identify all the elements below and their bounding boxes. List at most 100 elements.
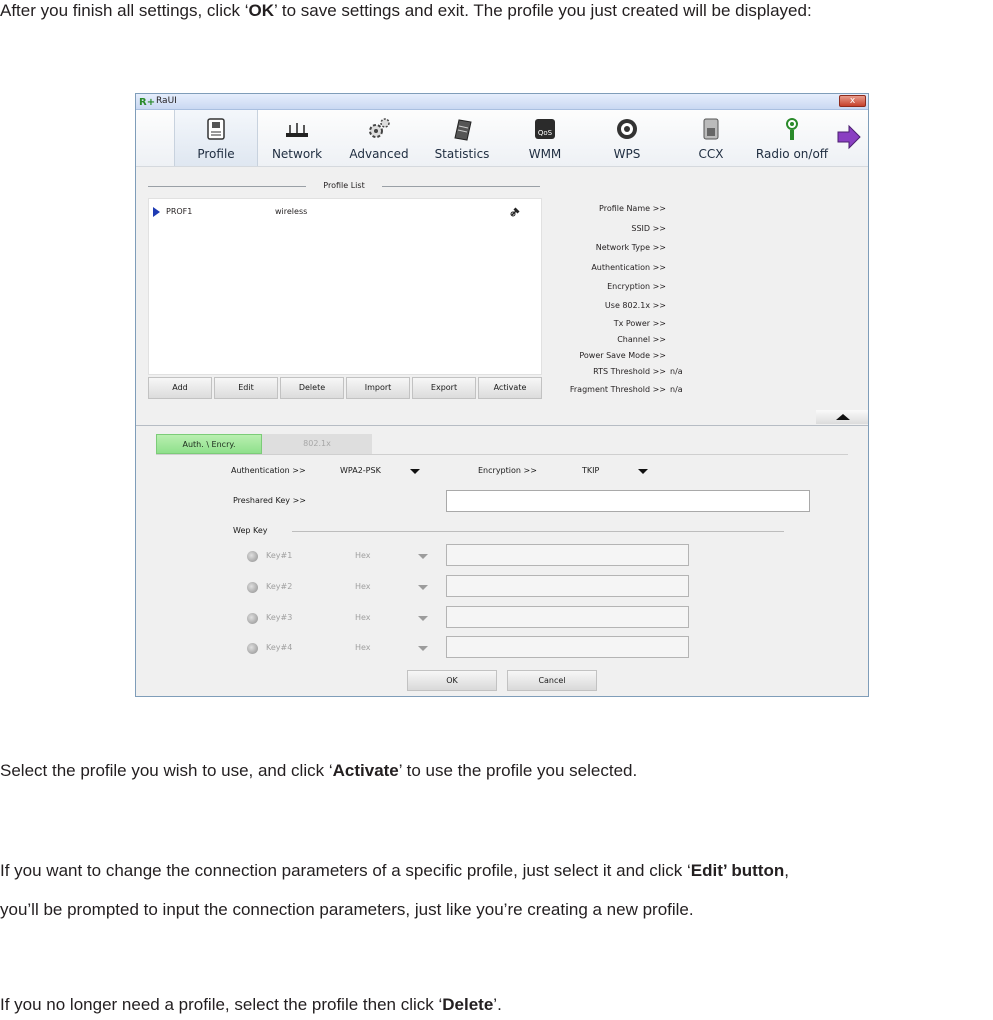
- arrow-right-icon[interactable]: [836, 124, 862, 150]
- info-label: Tx Power >>: [613, 319, 666, 328]
- toolbar: Profile Network Advanced Statistics QoS …: [136, 110, 868, 167]
- key3-format-select[interactable]: Hex: [355, 613, 371, 622]
- toolbar-label: WPS: [613, 147, 641, 161]
- profile-list-heading: Profile List: [148, 180, 540, 192]
- edit-emphasis: Edit’ button: [690, 861, 785, 880]
- key3-dropdown-icon[interactable]: [418, 616, 428, 621]
- info-label: Fragment Threshold >>: [569, 385, 666, 394]
- toolbar-wmm[interactable]: QoS WMM: [512, 110, 578, 166]
- edit-button[interactable]: Edit: [214, 377, 278, 399]
- title-bar: R+ RaUI x: [136, 94, 868, 110]
- authentication-select[interactable]: WPA2-PSK: [340, 466, 381, 475]
- toolbar-network[interactable]: Network: [262, 110, 332, 166]
- info-label: RTS Threshold >>: [593, 367, 666, 376]
- text: If you no longer need a profile, select …: [0, 995, 443, 1014]
- instruction-edit-continued: you’ll be prompted to input the connecti…: [0, 900, 694, 919]
- wep-key-heading: Wep Key: [233, 526, 268, 535]
- key1-format-select[interactable]: Hex: [355, 551, 371, 560]
- selected-arrow-icon: [153, 207, 160, 217]
- profile-name: PROF1: [166, 207, 193, 216]
- key2-input[interactable]: [446, 575, 689, 597]
- key2-dropdown-icon[interactable]: [418, 585, 428, 590]
- key2-format-select[interactable]: Hex: [355, 582, 371, 591]
- encryption-dropdown-icon[interactable]: [638, 469, 648, 474]
- toolbar-profile[interactable]: Profile: [174, 110, 258, 166]
- toolbar-radio[interactable]: Radio on/off: [750, 110, 834, 166]
- toolbar-label: Profile: [197, 147, 235, 161]
- info-label: Profile Name >>: [599, 204, 666, 213]
- text: ,: [784, 861, 789, 880]
- profile-row[interactable]: PROF1 wireless: [149, 205, 541, 219]
- profile-list[interactable]: PROF1 wireless: [148, 198, 542, 375]
- toolbar-label: Radio on/off: [755, 147, 829, 161]
- advanced-gears-icon: [369, 118, 390, 138]
- info-label: SSID >>: [631, 224, 666, 233]
- key1-dropdown-icon[interactable]: [418, 554, 428, 559]
- info-label: Authentication >>: [591, 263, 666, 272]
- key4-input[interactable]: [446, 636, 689, 658]
- key1-label: Key#1: [266, 551, 293, 560]
- divider: [136, 425, 868, 426]
- key1-radio[interactable]: [247, 551, 258, 562]
- statistics-icon: [454, 119, 472, 141]
- info-value: n/a: [670, 367, 683, 376]
- info-label: Channel >>: [617, 335, 666, 344]
- authentication-dropdown-icon[interactable]: [410, 469, 420, 474]
- instruction-ok: After you finish all settings, click ‘OK…: [0, 0, 812, 22]
- key2-radio[interactable]: [247, 582, 258, 593]
- add-button[interactable]: Add: [148, 377, 212, 399]
- info-label: Encryption >>: [607, 282, 666, 291]
- encryption-select[interactable]: TKIP: [582, 466, 599, 475]
- preshared-key-label: Preshared Key >>: [233, 496, 306, 505]
- tab-auth-encry[interactable]: Auth. \ Encry.: [156, 434, 262, 454]
- text: ’ to use the profile you selected.: [398, 761, 638, 780]
- profile-type: wireless: [275, 207, 308, 216]
- collapse-up-icon: [836, 414, 850, 420]
- wps-icon: [617, 119, 637, 139]
- network-icon: [286, 123, 308, 137]
- toolbar-advanced[interactable]: Advanced: [342, 110, 416, 166]
- toolbar-statistics[interactable]: Statistics: [426, 110, 498, 166]
- key3-input[interactable]: [446, 606, 689, 628]
- key4-format-select[interactable]: Hex: [355, 643, 371, 652]
- ok-button[interactable]: OK: [407, 670, 497, 691]
- close-button[interactable]: x: [839, 95, 866, 107]
- toolbar-label: Advanced: [349, 147, 409, 161]
- toolbar-wps[interactable]: WPS: [594, 110, 660, 166]
- connection-plug-icon: [510, 207, 520, 217]
- key1-input[interactable]: [446, 544, 689, 566]
- preshared-key-input[interactable]: [446, 490, 810, 512]
- delete-button[interactable]: Delete: [280, 377, 344, 399]
- info-label: Network Type >>: [595, 243, 666, 252]
- key4-radio[interactable]: [247, 643, 258, 654]
- instruction-delete: If you no longer need a profile, select …: [0, 994, 502, 1016]
- activate-button[interactable]: Activate: [478, 377, 542, 399]
- tab-underline: [156, 454, 848, 455]
- encryption-label: Encryption >>: [478, 466, 537, 475]
- key3-label: Key#3: [266, 613, 293, 622]
- info-value: n/a: [670, 385, 683, 394]
- raui-window: R+ RaUI x Profile Network Advanced Stati…: [135, 93, 869, 697]
- import-button[interactable]: Import: [346, 377, 410, 399]
- wep-divider: [292, 531, 784, 532]
- toolbar-label: CCX: [698, 147, 724, 161]
- text: Select the profile you wish to use, and …: [0, 761, 333, 780]
- toolbar-ccx[interactable]: CCX: [678, 110, 744, 166]
- key4-dropdown-icon[interactable]: [418, 646, 428, 651]
- instruction-activate: Select the profile you wish to use, and …: [0, 760, 637, 782]
- authentication-label: Authentication >>: [231, 466, 306, 475]
- export-button[interactable]: Export: [412, 377, 476, 399]
- wmm-qos-icon: QoS: [535, 119, 555, 139]
- info-label: Use 802.1x >>: [604, 301, 666, 310]
- text: ’ to save settings and exit. The profile…: [273, 1, 812, 20]
- cancel-button[interactable]: Cancel: [507, 670, 597, 691]
- text: After you finish all settings, click ‘: [0, 1, 249, 20]
- tab-8021x[interactable]: 802.1x: [262, 434, 372, 454]
- toolbar-label: Network: [271, 147, 323, 161]
- profile-buttons: Add Edit Delete Import Export Activate: [148, 377, 544, 399]
- key4-label: Key#4: [266, 643, 293, 652]
- key3-radio[interactable]: [247, 613, 258, 624]
- app-logo-icon: R+: [139, 97, 156, 108]
- collapse-button[interactable]: [816, 410, 868, 424]
- window-title: RaUI: [156, 96, 177, 106]
